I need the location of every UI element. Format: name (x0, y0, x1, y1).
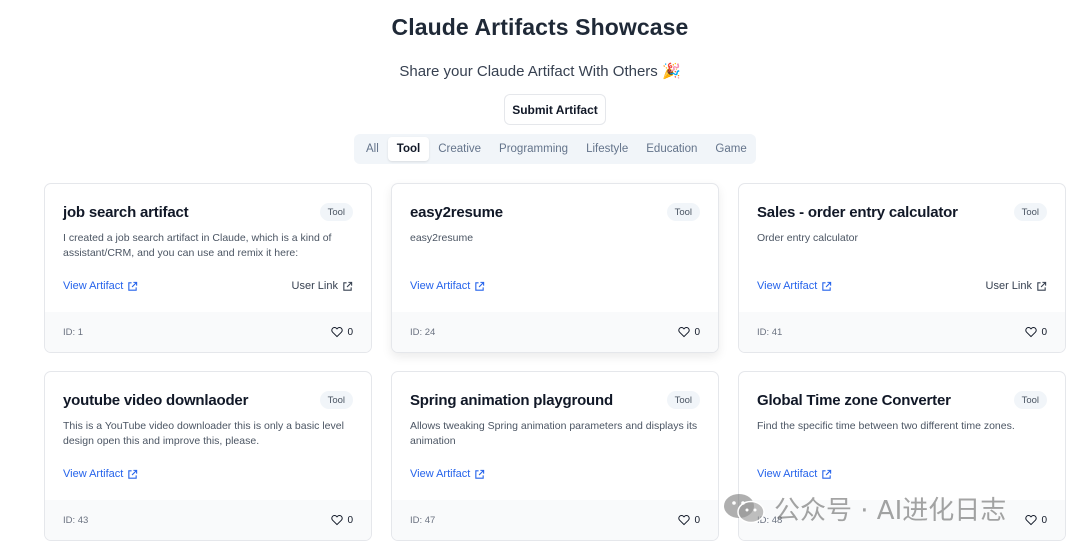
card-footer: ID: 24 0 (392, 312, 718, 352)
category-badge: Tool (319, 391, 353, 409)
artifact-id: ID: 24 (410, 326, 436, 338)
like-button[interactable]: 0 (331, 514, 353, 526)
view-artifact-label: View Artifact (410, 280, 471, 292)
artifact-card: Spring animation playground Tool Allows … (391, 371, 719, 541)
like-button[interactable]: 0 (1025, 326, 1047, 338)
card-description: Allows tweaking Spring animation paramet… (410, 420, 698, 447)
card-title: job search artifact (63, 204, 189, 221)
view-artifact-label: View Artifact (757, 280, 818, 292)
category-badge: Tool (666, 203, 700, 221)
heart-icon (331, 326, 344, 338)
view-artifact-link[interactable]: View Artifact (63, 468, 138, 480)
artifact-id: ID: 43 (63, 514, 89, 526)
artifact-card: job search artifact Tool I created a job… (44, 183, 372, 353)
user-link[interactable]: User Link (292, 280, 353, 292)
view-artifact-label: View Artifact (63, 468, 124, 480)
wechat-icon (724, 494, 765, 524)
external-link-icon (475, 281, 485, 291)
artifact-id: ID: 41 (757, 326, 783, 338)
external-link-icon (822, 469, 832, 479)
view-artifact-link[interactable]: View Artifact (757, 468, 832, 480)
watermark: 公众号 · AI进化日志 (722, 490, 1006, 526)
card-footer: ID: 47 0 (392, 500, 718, 540)
card-description: Order entry calculator (757, 232, 858, 244)
card-title: Spring animation playground (410, 392, 613, 409)
submit-artifact-button[interactable]: Submit Artifact (504, 94, 606, 125)
view-artifact-link[interactable]: View Artifact (757, 280, 832, 292)
category-badge: Tool (1013, 203, 1047, 221)
artifact-card: easy2resume Tool easy2resume View Artifa… (391, 183, 719, 353)
category-badge: Tool (666, 391, 700, 409)
external-link-icon (128, 469, 138, 479)
card-description: Find the specific time between two diffe… (757, 420, 1015, 432)
external-link-icon (822, 281, 832, 291)
category-tabs: All Tool Creative Programming Lifestyle … (354, 134, 756, 164)
like-button[interactable]: 0 (1025, 514, 1047, 526)
tab-game[interactable]: Game (706, 137, 755, 161)
card-footer: ID: 1 0 (45, 312, 371, 352)
view-artifact-label: View Artifact (410, 468, 471, 480)
heart-icon (1025, 514, 1038, 526)
card-footer: ID: 43 0 (45, 500, 371, 540)
card-description: This is a YouTube video downloader this … (63, 420, 344, 447)
heart-icon (331, 514, 344, 526)
tab-lifestyle[interactable]: Lifestyle (577, 137, 637, 161)
heart-icon (678, 514, 691, 526)
like-count: 0 (347, 514, 353, 526)
category-badge: Tool (1013, 391, 1047, 409)
page-subtitle: Share your Claude Artifact With Others 🎉 (399, 63, 681, 80)
watermark-text: 公众号 · AI进化日志 (774, 495, 1007, 526)
external-link-icon (128, 281, 138, 291)
external-link-icon (1037, 281, 1047, 291)
page-title: Claude Artifacts Showcase (391, 14, 689, 40)
artifact-card: youtube video downlaoder Tool This is a … (44, 371, 372, 541)
user-link[interactable]: User Link (986, 280, 1047, 292)
like-count: 0 (347, 326, 353, 338)
like-count: 0 (1041, 326, 1047, 338)
like-count: 0 (694, 514, 700, 526)
tab-creative[interactable]: Creative (429, 137, 490, 161)
view-artifact-label: View Artifact (757, 468, 818, 480)
card-footer: ID: 41 0 (739, 312, 1065, 352)
artifact-id: ID: 47 (410, 514, 436, 526)
external-link-icon (475, 469, 485, 479)
view-artifact-link[interactable]: View Artifact (410, 468, 485, 480)
tab-education[interactable]: Education (637, 137, 706, 161)
artifact-id: ID: 1 (63, 326, 84, 338)
like-button[interactable]: 0 (678, 326, 700, 338)
card-title: youtube video downlaoder (63, 392, 249, 409)
user-link-label: User Link (291, 280, 338, 292)
heart-icon (1025, 326, 1038, 338)
card-description: easy2resume (410, 232, 474, 244)
like-count: 0 (694, 326, 700, 338)
like-count: 0 (1041, 514, 1047, 526)
view-artifact-label: View Artifact (63, 280, 124, 292)
view-artifact-link[interactable]: View Artifact (410, 280, 485, 292)
like-button[interactable]: 0 (331, 326, 353, 338)
card-title: easy2resume (410, 204, 503, 221)
like-button[interactable]: 0 (678, 514, 700, 526)
external-link-icon (343, 281, 353, 291)
tab-all[interactable]: All (357, 137, 388, 161)
artifact-card: Sales - order entry calculator Tool Orde… (738, 183, 1066, 353)
category-badge: Tool (319, 203, 353, 221)
card-title: Sales - order entry calculator (757, 204, 958, 221)
view-artifact-link[interactable]: View Artifact (63, 280, 138, 292)
user-link-label: User Link (985, 280, 1032, 292)
heart-icon (678, 326, 691, 338)
page: Claude Artifacts Showcase Share your Cla… (0, 0, 1080, 550)
card-title: Global Time zone Converter (757, 392, 951, 409)
card-description: I created a job search artifact in Claud… (63, 232, 332, 259)
tab-programming[interactable]: Programming (490, 137, 577, 161)
tab-tool[interactable]: Tool (387, 137, 430, 161)
